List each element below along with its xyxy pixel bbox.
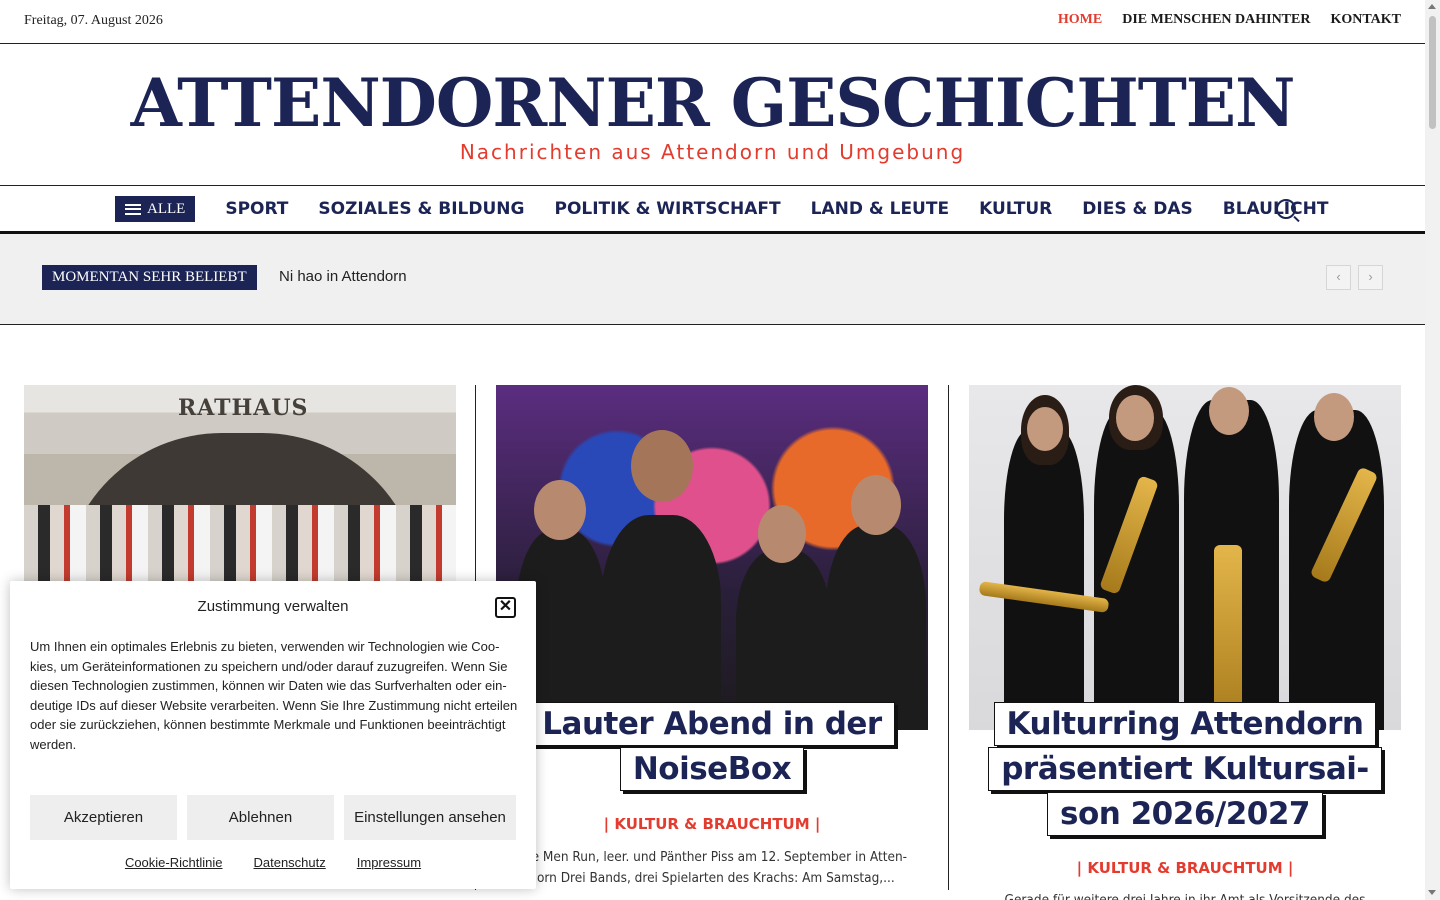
nav-item-land-leute[interactable]: LAND & LEUTE	[811, 199, 949, 219]
article-category-2[interactable]: | KULTUR & BRAUCHTUM |	[496, 815, 928, 833]
close-icon[interactable]: ✕	[495, 597, 516, 618]
cookie-links: Cookie-Richtlinie Datenschutz Impressum	[10, 855, 536, 870]
nav-item-kultur[interactable]: KULTUR	[979, 199, 1052, 219]
scroll-up-icon[interactable]	[1428, 4, 1436, 9]
cookie-policy-link[interactable]: Cookie-Richtlinie	[125, 855, 223, 870]
article-headline-3[interactable]: Kulturring Attendorn präsentiert Kulturs…	[969, 702, 1401, 837]
image-person	[1289, 410, 1384, 730]
image-face	[1116, 395, 1154, 441]
trending-prev-button[interactable]: ‹	[1326, 265, 1351, 290]
article-card-3[interactable]: Kulturring Attendorn präsentiert Kulturs…	[969, 385, 1401, 900]
article-category-3[interactable]: | KULTUR & BRAUCHTUM |	[969, 859, 1401, 877]
article-headline-2[interactable]: Lauter Abend in der NoiseBox	[496, 702, 928, 792]
cookie-text: Um Ihnen ein optimales Erlebnis zu biete…	[30, 639, 518, 752]
image-face	[534, 480, 586, 540]
image-face	[851, 475, 901, 535]
all-categories-button[interactable]: ALLE	[115, 196, 196, 222]
scrollbar-thumb[interactable]	[1429, 16, 1436, 129]
image-person	[1004, 430, 1084, 730]
privacy-link[interactable]: Datenschutz	[253, 855, 325, 870]
main-nav: ALLE SPORT SOZIALES & BILDUNG POLITIK & …	[0, 185, 1425, 234]
imprint-link[interactable]: Impressum	[357, 855, 421, 870]
headline-line[interactable]: Lauter Abend in der	[529, 702, 895, 746]
column-divider	[948, 385, 949, 890]
article-excerpt-3: Gerade für weitere drei Jahre in ihr Amt…	[1004, 892, 1366, 900]
cookie-consent-dialog: Zustimmung verwalten ✕ Um Ihnen ein opti…	[10, 581, 536, 889]
cookie-preferences-button[interactable]: Einstellungen ansehen	[344, 795, 516, 840]
headline-line[interactable]: präsentiert Kultursai-	[988, 747, 1382, 791]
trending-badge: MOMENTAN SEHR BELIEBT	[42, 265, 257, 290]
image-crowd	[24, 505, 456, 585]
article-image-band[interactable]	[496, 385, 928, 730]
site-title[interactable]: ATTENDORNER GESCHICHTEN	[0, 60, 1425, 146]
trending-bar: MOMENTAN SEHR BELIEBT Ni hao in Attendor…	[0, 234, 1425, 325]
headline-line[interactable]: son 2026/2027	[1047, 792, 1323, 836]
page-scrollbar[interactable]	[1425, 0, 1440, 900]
article-excerpt-2: ave Men Run, leer. und Pänther Piss am 1…	[516, 849, 908, 886]
scroll-down-icon[interactable]	[1428, 890, 1436, 895]
cookie-title: Zustimmung verwalten	[197, 598, 349, 615]
article-image-saxophone-quartet[interactable]	[969, 385, 1401, 730]
trending-next-button[interactable]: ›	[1358, 265, 1383, 290]
site-logo[interactable]: ATTENDORNER GESCHICHTEN Nachrichten aus …	[0, 60, 1425, 164]
article-card-2[interactable]: Lauter Abend in der NoiseBox | KULTUR & …	[496, 385, 928, 886]
image-face	[1027, 407, 1063, 451]
current-date: Freitag, 07. August 2026	[24, 13, 163, 28]
all-categories-label: ALLE	[147, 200, 186, 217]
headline-line[interactable]: NoiseBox	[619, 747, 805, 791]
search-icon[interactable]	[1276, 199, 1296, 219]
image-face	[1209, 387, 1249, 435]
image-face	[758, 505, 806, 563]
top-nav: HOME DIE MENSCHEN DAHINTER KONTAKT	[1058, 12, 1401, 28]
top-nav-team[interactable]: DIE MENSCHEN DAHINTER	[1122, 12, 1310, 28]
nav-item-sport[interactable]: SPORT	[225, 199, 288, 219]
cookie-deny-button[interactable]: Ablehnen	[187, 795, 334, 840]
image-person	[601, 515, 721, 730]
hamburger-icon	[125, 203, 141, 215]
image-sign-rathaus: RATHAUS	[178, 395, 309, 421]
nav-item-soziales-bildung[interactable]: SOZIALES & BILDUNG	[318, 199, 524, 219]
cookie-accept-button[interactable]: Akzeptieren	[30, 795, 177, 840]
top-nav-contact[interactable]: KONTAKT	[1330, 12, 1401, 28]
trending-headline[interactable]: Ni hao in Attendorn	[279, 268, 407, 285]
top-bar: Freitag, 07. August 2026 HOME DIE MENSCH…	[0, 0, 1425, 44]
headline-line[interactable]: Kulturring Attendorn	[993, 702, 1377, 746]
nav-item-politik-wirtschaft[interactable]: POLITIK & WIRTSCHAFT	[554, 199, 780, 219]
image-face	[631, 430, 693, 502]
nav-item-dies-das[interactable]: DIES & DAS	[1082, 199, 1192, 219]
image-person	[826, 525, 926, 730]
image-face	[1314, 393, 1354, 441]
top-nav-home[interactable]: HOME	[1058, 12, 1102, 28]
